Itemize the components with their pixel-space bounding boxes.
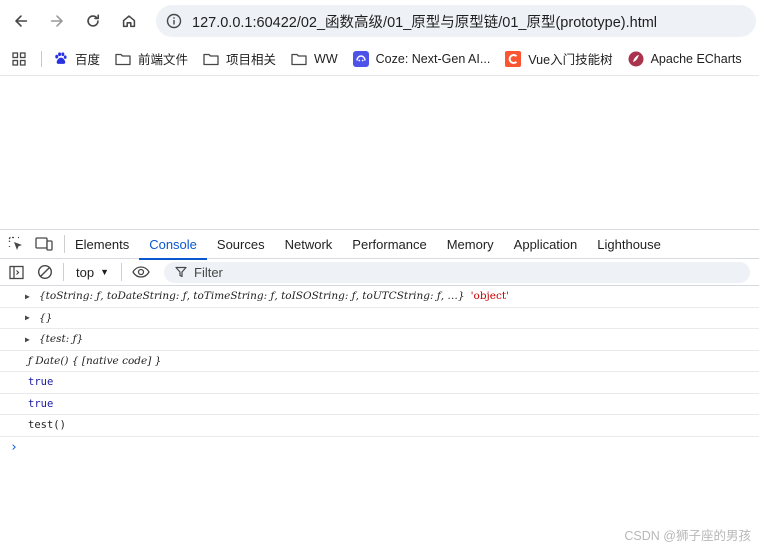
coze-icon [352,50,369,67]
toolbar-divider [64,235,65,253]
bookmark-label: 前端文件 [138,53,189,67]
bookmarks-bar: 百度 前端文件 项目相关 WW Coze: Next-Gen AI... Vue… [0,42,759,76]
expand-triangle-icon[interactable]: ▶ [25,335,35,344]
object-preview[interactable]: {toString: ƒ, toDateString: ƒ, toTimeStr… [39,290,465,302]
tab-application[interactable]: Application [504,230,588,259]
bookmark-label: 项目相关 [226,53,277,67]
bookmark-label: Apache ECharts [650,51,742,66]
home-icon [122,15,136,28]
reload-button[interactable] [77,5,109,37]
tab-console[interactable]: Console [139,230,207,260]
expand-triangle-icon[interactable]: ▶ [25,292,35,301]
folder-icon [291,51,307,67]
bookmark-folder-frontend[interactable]: 前端文件 [115,49,188,68]
tab-sources[interactable]: Sources [207,230,275,259]
tab-network[interactable]: Network [275,230,343,259]
devtools-panel: Elements Console Sources Network Perform… [0,229,759,549]
filter-placeholder: Filter [194,264,223,280]
boolean-value: true [28,376,54,389]
console-message[interactable]: ▶ {toString: ƒ, toDateString: ƒ, toTimeS… [0,286,759,308]
console-prompt[interactable]: › [0,437,759,459]
bookmark-label: 百度 [75,53,101,67]
reload-icon [87,14,100,27]
dropdown-arrow-icon: ▼ [100,267,109,277]
console-message[interactable]: ▶ {} [0,308,759,329]
object-preview[interactable]: {test: ƒ} [39,333,83,345]
bookmark-coze[interactable]: Coze: Next-Gen AI... [352,50,491,67]
inspect-element-icon[interactable] [6,234,26,254]
bookmark-echarts[interactable]: Apache ECharts [628,51,742,67]
bookmark-folder-ww[interactable]: WW [291,51,338,67]
url-text[interactable]: 127.0.0.1:60422/02_函数高级/01_原型与原型链/01_原型(… [192,11,657,32]
console-message: true [0,394,759,415]
forward-button[interactable] [41,5,73,37]
console-message[interactable]: ▶ {test: ƒ} [0,329,759,351]
show-sidebar-icon[interactable] [6,262,26,282]
console-message: test() [0,415,759,437]
device-toolbar-icon[interactable] [34,234,54,254]
context-selector[interactable]: top ▼ [72,265,113,280]
toolbar-divider [63,263,64,281]
tab-lighthouse[interactable]: Lighthouse [587,230,671,259]
console-message: true [0,372,759,394]
csdn-icon [505,50,522,67]
expand-triangle-icon[interactable]: ▶ [25,313,35,322]
function-preview: ƒ Date() { [native code] } [28,354,162,367]
site-info-icon[interactable] [164,11,184,31]
tab-performance[interactable]: Performance [342,230,436,259]
apps-grid-icon[interactable] [11,51,27,67]
object-preview[interactable]: {} [39,312,52,324]
bookmark-vue[interactable]: Vue入门技能树 [505,49,613,68]
bookmark-baidu[interactable]: 百度 [52,49,100,68]
bookmark-label: Coze: Next-Gen AI... [375,51,491,66]
tab-elements[interactable]: Elements [75,230,139,259]
folder-icon [115,51,131,67]
boolean-value: true [28,397,54,410]
clear-console-icon[interactable] [35,262,55,282]
bookmark-folder-project[interactable]: 项目相关 [203,49,276,68]
page-viewport [0,77,759,228]
folder-icon [203,51,219,67]
tab-memory[interactable]: Memory [437,230,504,259]
live-expression-eye-icon[interactable] [130,262,152,282]
watermark: CSDN @狮子座的男孩 [624,529,751,543]
context-label: top [76,264,95,280]
devtools-tab-bar: Elements Console Sources Network Perform… [0,230,759,260]
console-message: ƒ Date() { [native code] } [0,351,759,372]
string-value: 'object' [470,290,509,303]
console-filter-input[interactable]: Filter [164,261,750,283]
bookmark-label: Vue入门技能树 [528,53,613,67]
console-output: ▶ {toString: ƒ, toDateString: ƒ, toTimeS… [0,286,759,459]
log-text: test() [28,419,66,432]
console-toolbar: top ▼ Filter [0,259,759,286]
home-button[interactable] [113,5,145,37]
bookmarks-divider [41,50,42,67]
echarts-icon [628,51,644,67]
browser-toolbar: 127.0.0.1:60422/02_函数高级/01_原型与原型链/01_原型(… [0,0,759,42]
arrow-right-icon [50,15,63,27]
arrow-left-icon [15,15,28,27]
back-button[interactable] [5,5,37,37]
address-bar[interactable]: 127.0.0.1:60422/02_函数高级/01_原型与原型链/01_原型(… [156,5,756,37]
baidu-paw-icon [52,51,68,67]
filter-funnel-icon [174,265,188,279]
bookmark-label: WW [314,51,338,66]
toolbar-divider [121,263,122,281]
chevron-right-icon: › [10,440,18,455]
